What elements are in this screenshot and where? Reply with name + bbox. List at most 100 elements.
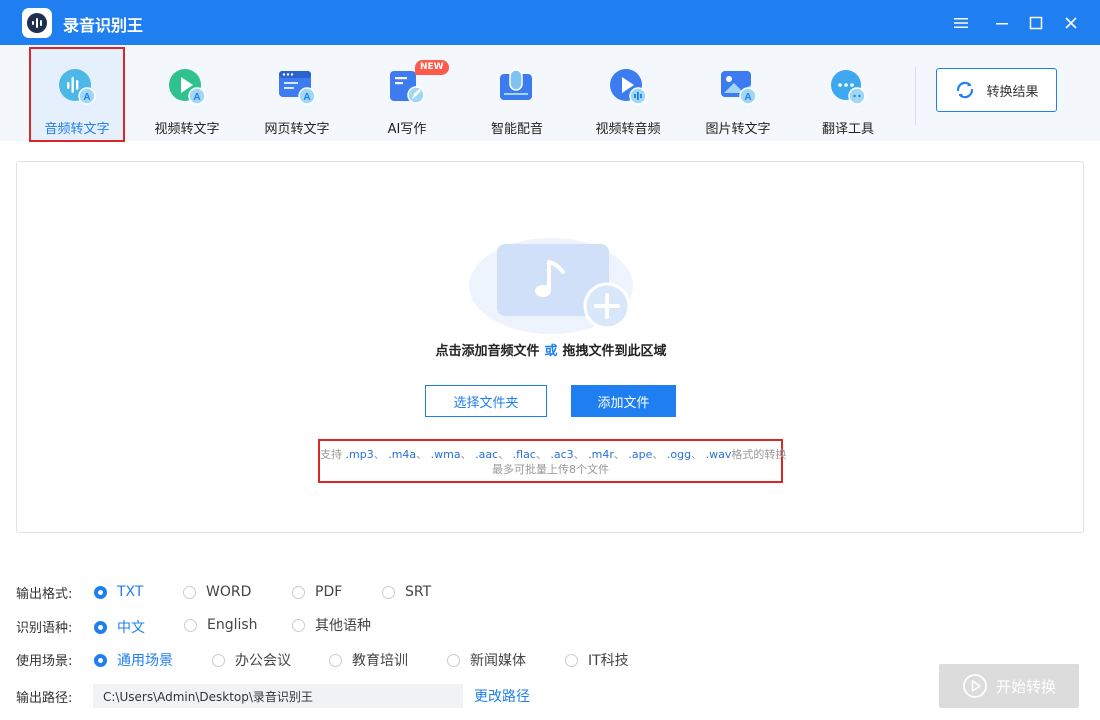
support-suffix: 格式的转换: [731, 448, 787, 461]
start-conversion-label: 开始转换: [995, 677, 1056, 696]
radio-label: 其他语种: [315, 618, 371, 634]
toolbar: A 音频转文字 A 视频转文字 A 网页转文字 AI写作 智能配音 视频转音频 …: [0, 45, 1100, 141]
add-file-button[interactable]: 添加文件: [571, 385, 676, 417]
smart-dubbing-icon: [497, 67, 537, 107]
radio-dot: [565, 653, 578, 667]
drop-text-or: 或: [544, 344, 558, 359]
upload-limit-text: 最多可批量上传8个文件: [492, 463, 609, 476]
format-radio-txt[interactable]: TXT: [94, 584, 143, 600]
tool-video-to-text[interactable]: A 视频转文字: [139, 47, 235, 141]
translate-icon: [828, 67, 868, 107]
radio-dot: [292, 585, 305, 599]
language-radio-english[interactable]: English: [184, 617, 258, 633]
format-ext: .m4r: [588, 448, 614, 461]
format-sep: 、: [573, 448, 585, 461]
maximize-icon[interactable]: [1023, 10, 1049, 36]
format-ext: .ape: [628, 448, 653, 461]
tool-label: 翻译工具: [821, 122, 874, 137]
format-ext: .wav: [705, 448, 732, 461]
radio-label: TXT: [117, 584, 144, 600]
radio-label: 中文: [117, 620, 145, 636]
radio-label: English: [207, 617, 258, 633]
file-drop-area[interactable]: 点击添加音频文件或拖拽文件到此区域 选择文件夹 添加文件 支持 .mp3、 .m…: [16, 161, 1084, 533]
select-folder-button[interactable]: 选择文件夹: [425, 385, 547, 417]
tool-label: 视频转文字: [154, 122, 220, 137]
svg-text:A: A: [303, 92, 310, 103]
tool-webpage-to-text[interactable]: A 网页转文字: [249, 47, 345, 141]
language-label: 识别语种:: [16, 620, 73, 636]
format-radio-pdf[interactable]: PDF: [292, 584, 342, 600]
tool-label: 视频转音频: [595, 122, 661, 137]
refresh-icon: [957, 81, 974, 99]
output-path-field[interactable]: C:\Users\Admin\Desktop\录音识别王: [93, 684, 463, 708]
radio-dot: [292, 618, 305, 632]
toolbar-divider: [915, 67, 916, 125]
radio-label: PDF: [315, 584, 343, 600]
scene-radio-education[interactable]: 教育培训: [329, 650, 408, 670]
scene-radio-it[interactable]: IT科技: [565, 650, 629, 670]
output-format-row: 输出格式:: [16, 582, 93, 602]
svg-text:A: A: [83, 92, 90, 103]
radio-dot: [184, 618, 197, 632]
radio-dot: [447, 653, 460, 667]
format-radio-word[interactable]: WORD: [183, 584, 251, 600]
drop-text-drag: 拖拽文件到此区域: [562, 344, 667, 359]
tool-label: 图片转文字: [705, 122, 771, 137]
format-sep: 、: [691, 448, 703, 461]
change-path-link[interactable]: 更改路径: [474, 686, 530, 706]
start-conversion-button[interactable]: 开始转换: [939, 664, 1079, 708]
tool-translate[interactable]: 翻译工具: [800, 47, 896, 141]
radio-label: 新闻媒体: [470, 653, 526, 669]
image-to-text-icon: A: [718, 67, 758, 107]
tool-label: AI写作: [387, 122, 427, 137]
svg-text:A: A: [193, 92, 200, 103]
supported-formats-text: 支持 .mp3、 .m4a、 .wma、 .aac、 .flac、 .ac3、 …: [320, 446, 786, 462]
format-ext: .ogg: [666, 448, 692, 461]
scene-radio-general[interactable]: 通用场景: [94, 650, 173, 670]
tool-label: 智能配音: [490, 122, 543, 137]
minimize-icon[interactable]: [989, 10, 1015, 36]
format-sep: 、: [498, 448, 510, 461]
play-circle-icon: [963, 674, 987, 698]
tool-image-to-text[interactable]: A 图片转文字: [690, 47, 786, 141]
format-ext: .aac: [475, 448, 499, 461]
scene-row: 使用场景:: [16, 649, 93, 669]
conversion-result-button[interactable]: 转换结果: [936, 68, 1057, 112]
scene-radio-meeting[interactable]: 办公会议: [212, 650, 291, 670]
tool-label: 音频转文字: [44, 122, 110, 137]
format-radio-srt[interactable]: SRT: [382, 584, 431, 600]
support-prefix: 支持: [320, 448, 342, 461]
app-logo-icon: [22, 8, 52, 38]
tool-label: 网页转文字: [264, 122, 330, 137]
tool-smart-dubbing[interactable]: 智能配音: [469, 47, 565, 141]
menu-icon[interactable]: [948, 10, 974, 36]
radio-dot: [329, 653, 342, 667]
output-format-label: 输出格式:: [16, 586, 73, 602]
language-row: 识别语种:: [16, 616, 93, 636]
language-radio-chinese[interactable]: 中文: [94, 617, 145, 637]
output-path-row: 输出路径:: [16, 686, 93, 706]
video-to-audio-icon: [608, 67, 648, 107]
radio-dot: [94, 620, 107, 634]
radio-dot: [183, 585, 196, 599]
format-ext: .m4a: [388, 448, 417, 461]
language-radio-other[interactable]: 其他语种: [292, 615, 371, 635]
tool-audio-to-text[interactable]: A 音频转文字: [29, 47, 125, 141]
conversion-result-label: 转换结果: [986, 84, 1039, 100]
scene-radio-news[interactable]: 新闻媒体: [447, 650, 526, 670]
video-to-text-icon: A: [167, 67, 207, 107]
format-sep: 、: [460, 448, 472, 461]
radio-label: WORD: [206, 584, 252, 600]
format-ext: .wma: [430, 448, 461, 461]
output-path-label: 输出路径:: [16, 690, 73, 706]
format-sep: 、: [613, 448, 625, 461]
format-sep: 、: [652, 448, 664, 461]
tool-video-to-audio[interactable]: 视频转音频: [580, 47, 676, 141]
supported-formats-box: 支持 .mp3、 .m4a、 .wma、 .aac、 .flac、 .ac3、 …: [318, 439, 786, 483]
title-bar: 录音识别王: [0, 0, 1100, 45]
add-audio-file-icon: [469, 224, 644, 334]
close-icon[interactable]: [1058, 10, 1084, 36]
radio-dot: [382, 585, 395, 599]
radio-label: SRT: [405, 584, 432, 600]
new-badge: NEW: [415, 60, 449, 75]
